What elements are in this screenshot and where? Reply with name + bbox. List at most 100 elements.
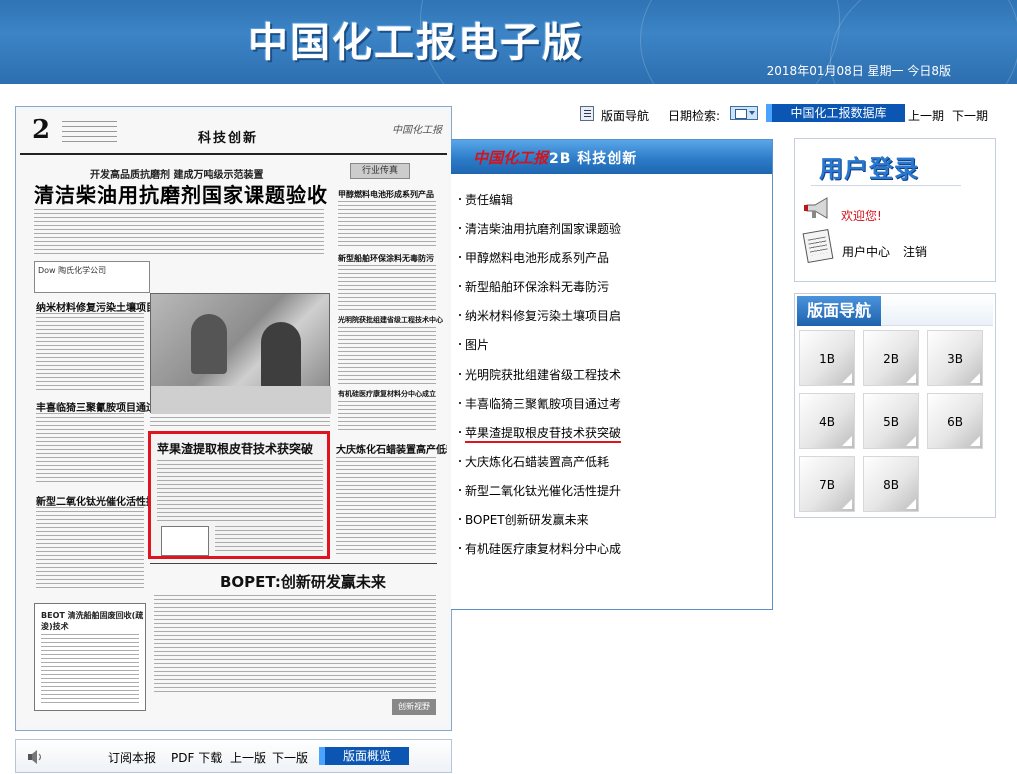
page-section: 科技创新	[198, 131, 259, 146]
page-button-2b[interactable]: 2B	[863, 330, 919, 386]
page-nav-header: 版面导航	[797, 296, 993, 326]
highlighted-article-box[interactable]: 苹果渣提取根皮苷技术获突破	[148, 431, 330, 559]
page-toolbar: 订阅本报 PDF 下载 上一版 下一版 版面概览	[15, 739, 452, 773]
header-banner: 中国化工报电子版 2018年01月08日 星期一 今日8版	[0, 0, 1017, 84]
list-item[interactable]: 纳米材料修复污染土壤项目启	[459, 307, 621, 336]
list-item[interactable]: 新型二氧化钛光催化活性提升	[459, 482, 621, 511]
masthead-fineprint	[62, 121, 117, 143]
highlighted-article-headline[interactable]: 苹果渣提取根皮苷技术获突破	[157, 440, 313, 457]
article-text-block	[36, 413, 144, 485]
page-nav-box: 版面导航 1B 2B 3B 4B 5B 6B 7B 8B	[794, 293, 996, 518]
article-link[interactable]: 有机硅医疗康复材料分中心成	[465, 542, 621, 556]
article-link[interactable]: 苹果渣提取根皮苷技术获突破	[465, 425, 622, 443]
newspaper-icon	[802, 228, 834, 264]
photo-person	[191, 314, 227, 374]
article-link[interactable]: BOPET创新研发赢未来	[465, 513, 589, 527]
newspaper-page-image[interactable]: 2 科技创新 中国化工报 开发高品质抗磨剂 建成万吨级示范装置 行业传真 清洁柴…	[20, 111, 447, 726]
prev-issue-link[interactable]: 上一期	[908, 107, 944, 124]
article-list-panel: 中国化工报 2B 科技创新 责任编辑 清洁柴油用抗磨剂国家课题验 甲醇燃料电池形…	[451, 139, 773, 610]
column-rule	[150, 563, 437, 564]
photo-person	[261, 322, 301, 392]
article-list-header: 中国化工报 2B 科技创新	[451, 140, 772, 174]
article-text-block	[157, 460, 323, 522]
news-photo[interactable]	[150, 293, 331, 414]
page-overview-button[interactable]: 版面概览	[319, 747, 409, 765]
list-icon[interactable]	[580, 106, 594, 121]
pdf-download-link[interactable]: PDF 下载	[171, 749, 222, 766]
prev-page-link[interactable]: 上一版	[230, 749, 266, 766]
logout-link[interactable]: 注销	[903, 243, 927, 260]
list-item[interactable]: 清洁柴油用抗磨剂国家课题验	[459, 220, 621, 249]
page-nav-link[interactable]: 版面导航	[601, 107, 649, 124]
edition-title: 2B 科技创新	[549, 151, 638, 167]
article-text-block	[338, 327, 436, 385]
speaker-icon[interactable]	[26, 748, 44, 766]
page-button-5b[interactable]: 5B	[863, 393, 919, 449]
issue-date: 2018年01月08日 星期一 今日8版	[766, 64, 951, 78]
article-main-headline[interactable]: 清洁柴油用抗磨剂国家课题验收	[34, 179, 328, 208]
list-item[interactable]: 丰喜临猗三聚氰胺项目通过考	[459, 395, 621, 424]
divider	[811, 185, 961, 186]
article-link[interactable]: 丰喜临猗三聚氰胺项目通过考	[465, 397, 621, 411]
article-link[interactable]: 光明院获批组建省级工程技术	[465, 368, 621, 382]
newspaper-masthead: 2 科技创新 中国化工报	[20, 111, 447, 155]
page-nav-title: 版面导航	[797, 296, 881, 326]
login-box: 用户登录 欢迎您! 用户中心 注销	[794, 138, 996, 282]
welcome-text: 欢迎您!	[841, 209, 882, 223]
next-page-link[interactable]: 下一版	[272, 749, 308, 766]
headline-tio2[interactable]: 新型二氧化钛光催化活性提升	[36, 493, 166, 508]
headline-silicone[interactable]: 有机硅医疗康复材料分中心成立	[338, 389, 436, 399]
list-item-active[interactable]: 苹果渣提取根皮苷技术获突破	[459, 424, 622, 453]
masthead-logo: 中国化工报	[392, 125, 442, 136]
database-button[interactable]: 中国化工报数据库	[766, 104, 905, 122]
article-text-block	[338, 401, 436, 431]
list-item[interactable]: 有机硅医疗康复材料分中心成	[459, 540, 621, 569]
article-text-block	[34, 209, 324, 257]
megaphone-icon	[804, 197, 828, 219]
list-item[interactable]: 新型船舶环保涂料无毒防污	[459, 278, 621, 307]
article-text-block	[154, 595, 436, 693]
photo-caption	[150, 417, 330, 427]
page-number: 2	[32, 115, 51, 145]
page-button-8b[interactable]: 8B	[863, 456, 919, 512]
article-text-block	[36, 313, 144, 393]
page-button-7b[interactable]: 7B	[799, 456, 855, 512]
qr-code-ad	[161, 526, 209, 556]
next-issue-link[interactable]: 下一期	[952, 107, 988, 124]
user-center-link[interactable]: 用户中心	[842, 243, 890, 260]
list-item[interactable]: BOPET创新研发赢未来	[459, 511, 621, 540]
article-link[interactable]: 新型二氧化钛光催化活性提升	[465, 484, 621, 498]
headline-methanol[interactable]: 甲醇燃料电池形成系列产品	[338, 189, 434, 200]
page-button-4b[interactable]: 4B	[799, 393, 855, 449]
calendar-icon[interactable]	[730, 106, 758, 120]
subscribe-link[interactable]: 订阅本报	[108, 749, 156, 766]
headline-guangming[interactable]: 光明院获批组建省级工程技术中心	[338, 315, 443, 325]
list-item[interactable]: 甲醇燃料电池形成系列产品	[459, 249, 621, 278]
headline-coating[interactable]: 新型船舶环保涂料无毒防污	[338, 253, 434, 264]
article-link[interactable]: 新型船舶环保涂料无毒防污	[465, 280, 609, 294]
page-button-6b[interactable]: 6B	[927, 393, 983, 449]
article-link[interactable]: 清洁柴油用抗磨剂国家课题验	[465, 222, 621, 236]
headline-bopet[interactable]: BOPET:创新研发赢未来	[220, 571, 386, 592]
dow-advertisement: Dow 陶氏化学公司	[34, 261, 150, 293]
article-text-block	[215, 526, 323, 554]
article-link[interactable]: 图片	[465, 338, 489, 352]
article-text-block	[338, 265, 436, 311]
article-link[interactable]: 纳米材料修复污染土壤项目启	[465, 309, 621, 323]
article-text-block	[338, 201, 436, 247]
date-search-label: 日期检索:	[668, 109, 721, 123]
beot-ad-title: BEOT 清洗船舶固废回收(疏浚)技术	[41, 611, 144, 631]
page-button-3b[interactable]: 3B	[927, 330, 983, 386]
headline-daqing[interactable]: 大庆炼化石蜡装置高产低耗	[336, 441, 447, 456]
list-item[interactable]: 大庆炼化石蜡装置高产低耗	[459, 453, 621, 482]
newspaper-page-frame: 2 科技创新 中国化工报 开发高品质抗磨剂 建成万吨级示范装置 行业传真 清洁柴…	[15, 106, 452, 731]
article-link[interactable]: 大庆炼化石蜡装置高产低耗	[465, 455, 609, 469]
article-link[interactable]: 责任编辑	[465, 193, 513, 207]
column-tag: 行业传真	[350, 163, 410, 179]
list-item[interactable]: 责任编辑	[459, 191, 621, 220]
list-item[interactable]: 图片	[459, 336, 621, 365]
list-item[interactable]: 光明院获批组建省级工程技术	[459, 366, 621, 395]
page-button-1b[interactable]: 1B	[799, 330, 855, 386]
column-stamp: 创新视野	[392, 699, 436, 715]
article-link[interactable]: 甲醇燃料电池形成系列产品	[465, 251, 609, 265]
